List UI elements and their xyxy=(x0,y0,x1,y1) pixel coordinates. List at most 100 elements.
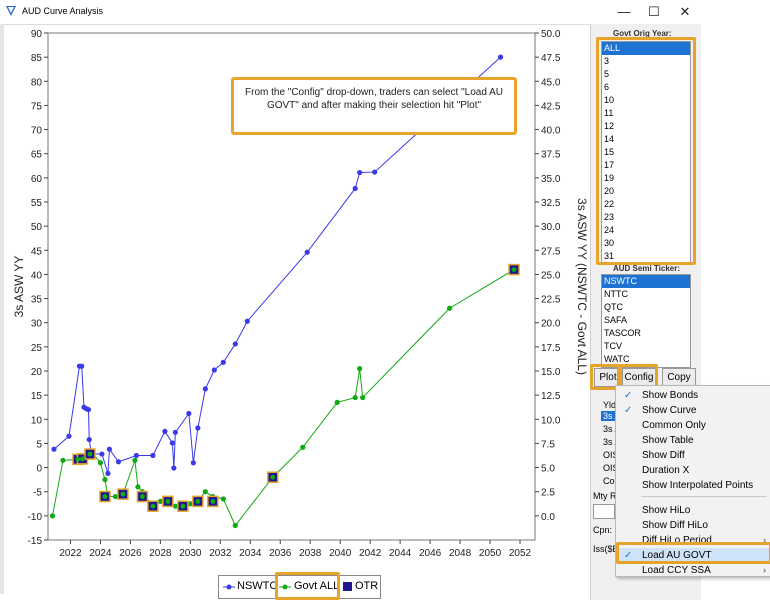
menu-item-show-hilo[interactable]: Show HiLo xyxy=(616,503,770,518)
y2-tick-label: 45.0 xyxy=(541,77,561,88)
nswtc-point xyxy=(106,446,113,452)
nswtc-point xyxy=(86,436,92,443)
close-button[interactable]: ✕ xyxy=(671,2,699,22)
nswtc-point xyxy=(51,446,57,452)
y2-tick-label: 20.0 xyxy=(541,319,561,330)
y2-tick-label: 30.0 xyxy=(541,222,561,233)
y-tick-label: 20 xyxy=(31,367,43,378)
app-icon xyxy=(6,6,16,16)
menu-item-show-interpolated-points[interactable]: Show Interpolated Points xyxy=(616,478,770,493)
govt-all-point xyxy=(357,365,363,372)
nswtc-point xyxy=(190,460,196,466)
govt-all-point xyxy=(300,444,306,450)
submenu-arrow-icon: › xyxy=(763,565,766,575)
y-tick-label: -5 xyxy=(33,488,42,499)
menu-separator xyxy=(641,496,767,497)
otr-point-inner xyxy=(180,503,186,509)
y2-tick-label: 12.5 xyxy=(541,391,561,402)
govt-all-point xyxy=(60,457,66,463)
govt-all-point xyxy=(446,305,453,311)
semi-ticker-item[interactable]: SAFA xyxy=(602,314,690,327)
y-tick-label: -10 xyxy=(28,512,43,523)
nswtc-point xyxy=(195,425,201,431)
x-tick-label: 2050 xyxy=(479,548,502,559)
x-tick-label: 2044 xyxy=(389,548,412,559)
otr-point-inner xyxy=(150,503,156,509)
nswtc-point xyxy=(99,451,105,457)
govt-all-point xyxy=(102,477,108,483)
nswtc-point xyxy=(352,185,358,192)
govt-all-point xyxy=(49,513,56,519)
semi-ticker-list[interactable]: NSWTC NTTC QTC SAFA TASCOR TCV WATC xyxy=(601,274,691,368)
y2-tick-label: 32.5 xyxy=(541,198,561,209)
otr-point-inner xyxy=(511,267,517,272)
y2-tick-label: 2.5 xyxy=(541,488,555,499)
x-tick-label: 2022 xyxy=(59,548,82,559)
menu-item-label: Common Only xyxy=(642,420,706,431)
menu-item-show-diff[interactable]: Show Diff xyxy=(616,448,770,463)
otr-point-inner xyxy=(87,451,93,457)
x-tick-label: 2038 xyxy=(299,548,322,559)
check-icon: ✓ xyxy=(624,405,633,416)
y-tick-label: 30 xyxy=(31,319,43,330)
x-tick-label: 2046 xyxy=(419,548,442,559)
nswtc-point xyxy=(172,429,178,435)
check-icon: ✓ xyxy=(624,390,633,401)
menu-item-label: Duration X xyxy=(642,465,690,476)
nswtc-point xyxy=(162,428,168,434)
mty-range-input[interactable] xyxy=(593,504,615,519)
semi-ticker-item[interactable]: NTTC xyxy=(602,288,690,301)
y2-tick-label: 42.5 xyxy=(541,101,561,112)
menu-item-show-curve[interactable]: ✓ Show Curve xyxy=(616,403,770,418)
menu-item-label: Show Diff HiLo xyxy=(642,520,708,531)
y-tick-label: -15 xyxy=(28,536,43,547)
cpn-label: Cpn: xyxy=(593,525,613,535)
menu-item-label: Show Interpolated Points xyxy=(642,480,754,491)
minimize-button[interactable]: — xyxy=(610,2,638,22)
y2-tick-label: 0.0 xyxy=(541,512,555,523)
y2-tick-label: 5.0 xyxy=(541,464,555,475)
nswtc-point xyxy=(79,363,85,369)
nswtc-point xyxy=(186,410,192,417)
menu-item-common-only[interactable]: Common Only xyxy=(616,418,770,433)
y2-tick-label: 22.5 xyxy=(541,295,561,306)
nswtc-point xyxy=(85,407,92,413)
nswtc-point xyxy=(171,465,177,471)
legend-otr-label: OTR xyxy=(355,580,379,592)
menu-item-show-table[interactable]: Show Table xyxy=(616,433,770,448)
y-tick-label: 70 xyxy=(31,126,43,137)
legend-otr-marker xyxy=(343,582,352,591)
menu-item-show-diff-hilo[interactable]: Show Diff HiLo xyxy=(616,518,770,533)
otr-point-inner xyxy=(75,456,81,462)
semi-ticker-item[interactable]: NSWTC xyxy=(602,275,690,288)
legend-nswtc-marker xyxy=(226,584,232,590)
window-title: AUD Curve Analysis xyxy=(22,6,104,16)
semi-ticker-item[interactable]: TASCOR xyxy=(602,327,690,340)
menu-item-show-bonds[interactable]: ✓ Show Bonds xyxy=(616,388,770,403)
menu-item-duration-x[interactable]: Duration X xyxy=(616,463,770,478)
menu-item-load-ccy-ssa[interactable]: Load CCY SSA › xyxy=(616,563,770,578)
otr-point-inner xyxy=(210,498,216,504)
y2-tick-label: 15.0 xyxy=(541,367,561,378)
y-tick-label: 60 xyxy=(31,174,43,185)
x-tick-label: 2032 xyxy=(209,548,232,559)
semi-ticker-item[interactable]: QTC xyxy=(602,301,690,314)
govt-year-highlight xyxy=(596,37,696,265)
nswtc-point xyxy=(304,249,310,255)
nswtc-point xyxy=(357,169,363,176)
y2-tick-label: 25.0 xyxy=(541,270,561,281)
semi-ticker-item[interactable]: TCV xyxy=(602,340,690,353)
y-tick-label: 90 xyxy=(31,29,43,40)
otr-point-inner xyxy=(195,498,201,504)
menu-item-label: Load CCY SSA xyxy=(642,565,711,576)
y-tick-label: 85 xyxy=(31,53,43,64)
y2-tick-label: 7.5 xyxy=(541,439,555,450)
y-tick-label: 0 xyxy=(36,464,42,475)
otr-point-inner xyxy=(270,474,276,480)
otr-point-inner xyxy=(165,498,171,504)
nswtc-point xyxy=(66,433,72,439)
x-tick-label: 2024 xyxy=(89,548,112,559)
govt-all-point xyxy=(360,394,366,401)
govt-all-point xyxy=(97,460,104,466)
maximize-button[interactable]: ☐ xyxy=(640,2,668,22)
